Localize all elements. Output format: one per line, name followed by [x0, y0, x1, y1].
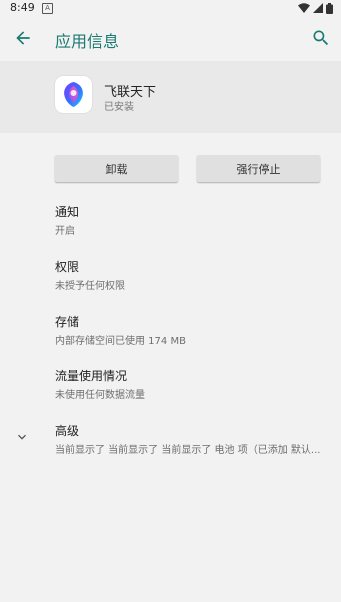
settings-item-subtitle: 开启	[55, 226, 75, 237]
settings-item-storage[interactable]: 存储 内部存储空间已使用 174 MB	[55, 313, 335, 347]
uninstall-button[interactable]: 卸载	[55, 155, 178, 182]
settings-item-title: 流量使用情况	[55, 369, 128, 383]
chevron-down-icon[interactable]	[14, 429, 30, 445]
app-header: 飞联天下 已安装	[0, 61, 341, 133]
page-title: 应用信息	[55, 32, 120, 51]
app-install-status: 已安装	[104, 102, 134, 113]
wifi-icon	[298, 3, 310, 13]
status-bar: 8:49 A	[0, 0, 341, 17]
battery-icon	[326, 2, 333, 14]
settings-item-data-usage[interactable]: 流量使用情况 未使用任何数据流量	[55, 367, 335, 401]
settings-item-notifications[interactable]: 通知 开启	[55, 203, 335, 237]
settings-item-permissions[interactable]: 权限 未授予任何权限	[55, 258, 335, 292]
notification-icon: A	[42, 3, 53, 14]
system-icons	[298, 2, 333, 14]
settings-item-title: 存储	[55, 315, 80, 329]
app-bar: 应用信息	[0, 17, 341, 61]
settings-item-subtitle: 当前显示了 当前显示了 当前显示了 电池 项（已添加 默认...	[55, 445, 321, 456]
signal-icon	[313, 3, 323, 13]
settings-item-title: 高级	[55, 424, 80, 438]
settings-item-title: 通知	[55, 205, 80, 219]
settings-item-subtitle: 未授予任何权限	[55, 281, 125, 292]
app-logo-icon	[55, 76, 92, 113]
settings-item-subtitle: 未使用任何数据流量	[55, 390, 145, 401]
status-time: 8:49	[10, 1, 35, 14]
back-arrow-icon[interactable]	[13, 28, 33, 48]
settings-item-advanced[interactable]: 高级 当前显示了 当前显示了 当前显示了 电池 项（已添加 默认...	[55, 422, 335, 456]
search-icon[interactable]	[311, 28, 331, 48]
settings-item-title: 权限	[55, 260, 80, 274]
force-stop-button[interactable]: 强行停止	[197, 155, 320, 182]
settings-item-subtitle: 内部存储空间已使用 174 MB	[55, 336, 186, 347]
